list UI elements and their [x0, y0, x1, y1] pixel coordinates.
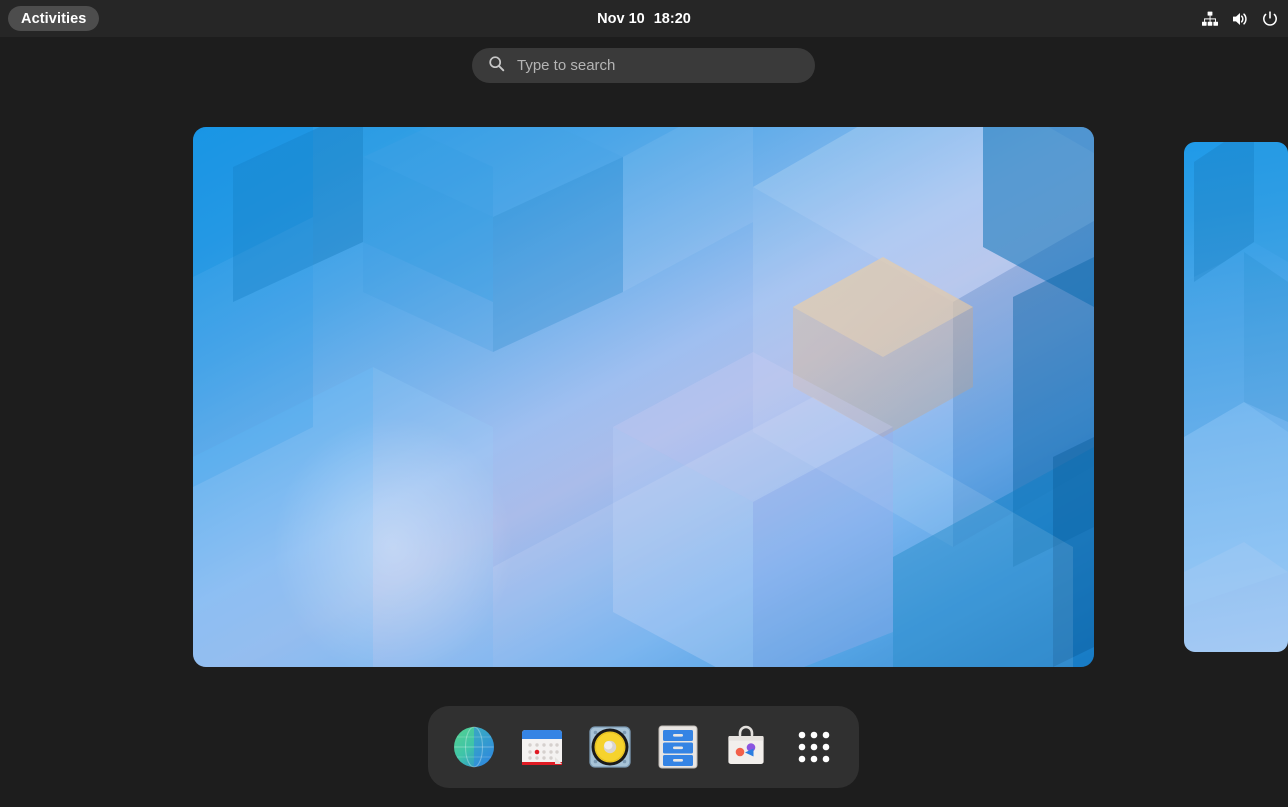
clock-button[interactable]: Nov 10 18:20	[0, 0, 1288, 37]
workspace-1[interactable]	[193, 127, 1094, 667]
wallpaper-facets	[193, 127, 1094, 667]
system-status-area[interactable]	[1201, 0, 1279, 37]
search-placeholder: Type to search	[517, 57, 615, 74]
wallpaper-facets-next	[1184, 142, 1288, 652]
workspace-2[interactable]	[1184, 142, 1288, 652]
search-input[interactable]: Type to search	[472, 48, 815, 83]
workspace-thumbnails	[0, 0, 1288, 807]
calendar-icon	[519, 724, 565, 770]
rhythmbox-speaker-icon	[586, 723, 634, 771]
dash	[428, 706, 859, 788]
activities-label: Activities	[21, 11, 86, 27]
desktop-wallpaper-next	[1184, 142, 1288, 652]
activities-button[interactable]: Activities	[8, 6, 99, 31]
search-icon	[488, 55, 505, 77]
files-cabinet-icon	[656, 723, 700, 771]
wired-network-icon[interactable]	[1201, 10, 1219, 28]
dash-item-show-applications[interactable]	[786, 719, 842, 775]
top-bar: Activities Nov 10 18:20	[0, 0, 1288, 37]
dash-item-software[interactable]	[718, 719, 774, 775]
web-globe-icon	[450, 723, 498, 771]
clock-time: 18:20	[654, 11, 691, 27]
app-grid-icon	[797, 730, 831, 764]
desktop-wallpaper	[193, 127, 1094, 667]
gnome-shell-activities-overview: Activities Nov 10 18:20	[0, 0, 1288, 807]
dash-item-rhythmbox[interactable]	[582, 719, 638, 775]
dash-item-web[interactable]	[446, 719, 502, 775]
clock-date: Nov 10	[597, 11, 645, 27]
volume-icon[interactable]	[1231, 10, 1249, 28]
power-icon[interactable]	[1261, 10, 1279, 28]
dash-item-files[interactable]	[650, 719, 706, 775]
software-bag-icon	[723, 724, 769, 770]
dash-item-calendar[interactable]	[514, 719, 570, 775]
